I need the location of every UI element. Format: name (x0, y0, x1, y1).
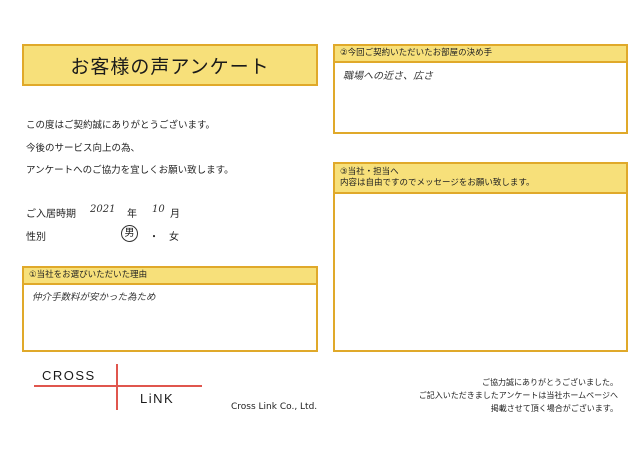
company-name: Cross Link Co., Ltd. (231, 402, 318, 412)
page-title: お客様の声アンケート (22, 44, 318, 86)
intro-line-3: アンケートへのご協力を宜しくお願い致します。 (26, 165, 234, 176)
q2-answer[interactable]: 職場への近さ、広さ (343, 67, 618, 82)
logo-text-top: CROSS (42, 368, 96, 383)
q1-header: ①当社をお選びいただいた理由 (24, 268, 316, 285)
footer-line-1: ご協力誠にありがとうございました。 (482, 378, 618, 387)
q3-header-line1: ③当社・担当へ (340, 167, 399, 177)
gender-label: 性別 (26, 232, 46, 243)
footer-line-3: 掲載させて頂く場合がございます。 (490, 404, 618, 413)
intro-line-1: この度はご契約誠にありがとうございます。 (26, 120, 216, 131)
logo-horizontal-line (34, 385, 202, 387)
q2-header: ②今回ご契約いただいたお部屋の決め手 (335, 46, 626, 63)
move-in-month-value[interactable]: 10 (152, 204, 165, 215)
logo-text-bottom: LiNK (140, 391, 175, 406)
move-in-month-unit: 月 (170, 209, 180, 220)
move-in-year-value[interactable]: 2021 (90, 204, 115, 215)
cross-link-logo: CROSS LiNK (30, 362, 210, 412)
intro-line-2: 今後のサービス向上の為、 (26, 143, 141, 154)
gender-female-option[interactable]: 女 (169, 228, 179, 243)
q3-header: ③当社・担当へ 内容は自由ですのでメッセージをお願い致します。 (335, 164, 626, 194)
q3-header-line2: 内容は自由ですのでメッセージをお願い致します。 (340, 178, 535, 188)
gender-male-circle: 男 (121, 225, 138, 242)
move-in-label: ご入居時期 (26, 209, 76, 220)
logo-vertical-line (116, 364, 118, 410)
q3-panel: ③当社・担当へ 内容は自由ですのでメッセージをお願い致します。 (333, 162, 628, 352)
gender-male-option[interactable]: 男 (121, 225, 138, 242)
q1-answer[interactable]: 仲介手数料が安かった為ため (32, 289, 308, 303)
footer-line-2: ご記入いただきましたアンケートは当社ホームページへ (418, 391, 618, 400)
move-in-year-unit: 年 (127, 209, 137, 220)
q2-panel: ②今回ご契約いただいたお部屋の決め手 職場への近さ、広さ (333, 44, 628, 134)
gender-separator: ・ (149, 232, 159, 243)
q1-panel: ①当社をお選びいただいた理由 仲介手数料が安かった為ため (22, 266, 318, 352)
